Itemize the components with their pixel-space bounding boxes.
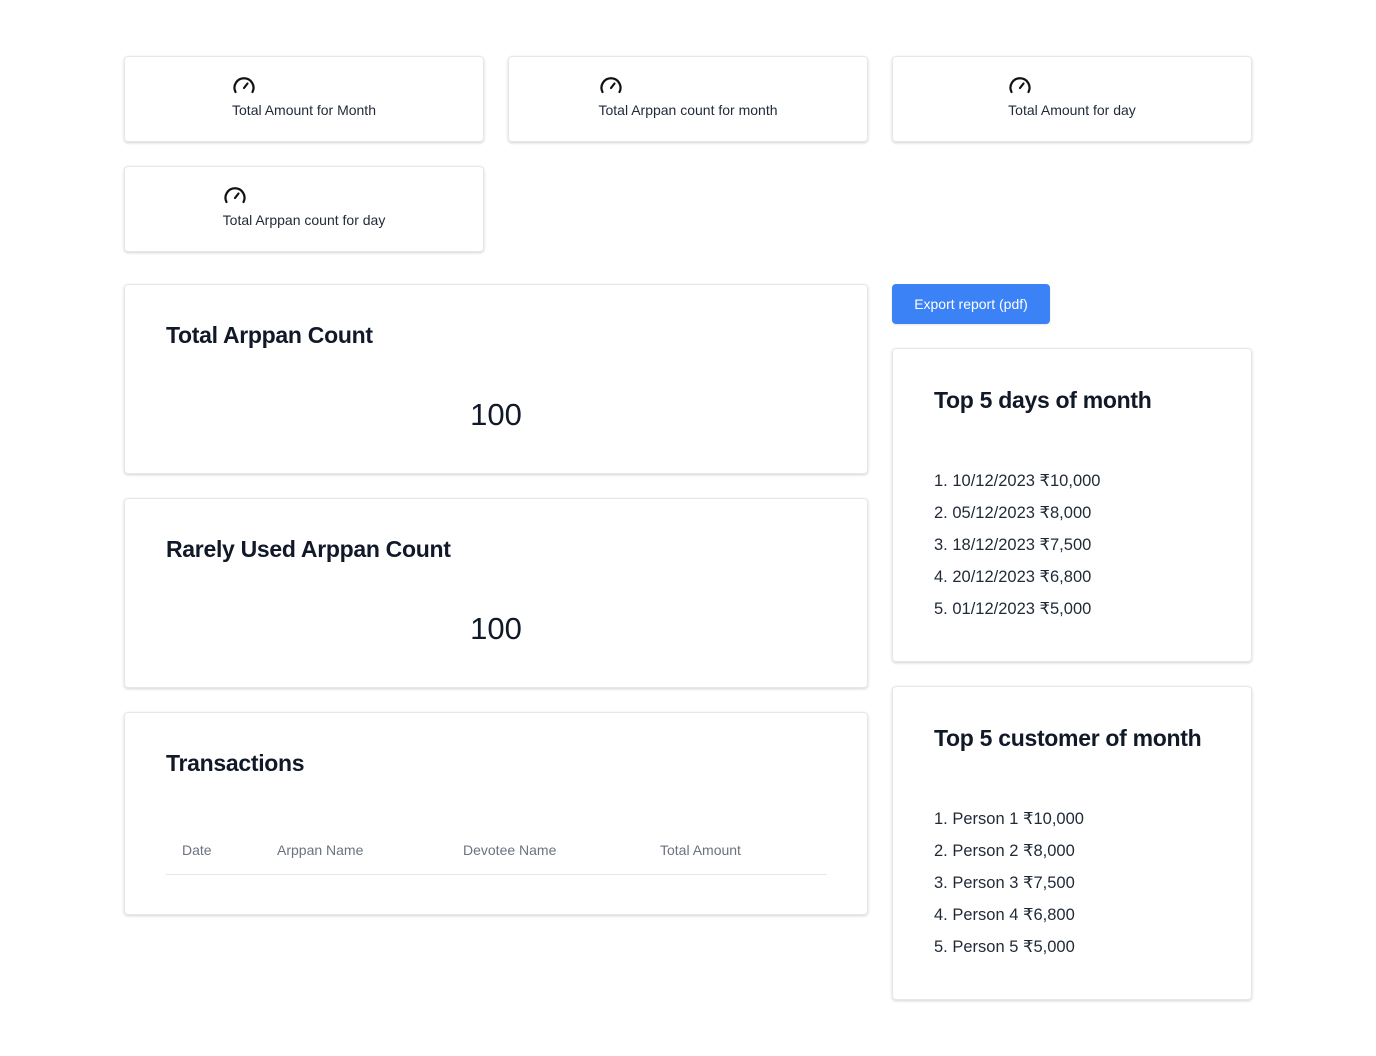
total-arppan-count-card: Total Arppan Count 100: [124, 284, 868, 474]
rarely-used-arppan-card: Rarely Used Arppan Count 100: [124, 498, 868, 688]
stat-card-arppan-count-day: Total Arppan count for day: [124, 166, 484, 252]
top-customers-list: 1. Person 1 ₹10,000 2. Person 2 ₹8,000 3…: [934, 803, 1084, 963]
list-item: 5. Person 5 ₹5,000: [934, 938, 1075, 956]
column-header-devotee-name: Devotee Name: [463, 842, 557, 858]
stat-label: Total Amount for Month: [232, 102, 376, 118]
transactions-card: Transactions Date Arppan Name Devotee Na…: [124, 712, 868, 915]
column-header-total-amount: Total Amount: [660, 842, 741, 858]
top-customers-card: Top 5 customer of month 1. Person 1 ₹10,…: [892, 686, 1252, 1000]
list-item: 5. 01/12/2023 ₹5,000: [934, 600, 1092, 618]
card-title: Top 5 days of month: [934, 387, 1152, 413]
card-title: Total Arppan Count: [166, 322, 373, 348]
stat-label: Total Amount for day: [1008, 102, 1136, 118]
transactions-table-header: Date Arppan Name Devotee Name Total Amou…: [166, 840, 827, 875]
top-days-list: 1. 10/12/2023 ₹10,000 2. 05/12/2023 ₹8,0…: [934, 465, 1100, 625]
list-item: 1. Person 1 ₹10,000: [934, 810, 1084, 828]
card-title: Top 5 customer of month: [934, 725, 1202, 751]
list-item: 4. 20/12/2023 ₹6,800: [934, 568, 1092, 586]
export-report-button[interactable]: Export report (pdf): [892, 284, 1050, 324]
speedometer-icon: [599, 77, 622, 94]
list-item: 1. 10/12/2023 ₹10,000: [934, 472, 1101, 490]
top-days-card: Top 5 days of month 1. 10/12/2023 ₹10,00…: [892, 348, 1252, 662]
speedometer-icon: [224, 187, 246, 204]
list-item: 3. Person 3 ₹7,500: [934, 874, 1075, 892]
list-item: 4. Person 4 ₹6,800: [934, 906, 1075, 924]
card-title: Rarely Used Arppan Count: [166, 536, 451, 562]
column-header-arppan-name: Arppan Name: [277, 842, 364, 858]
list-item: 2. Person 2 ₹8,000: [934, 842, 1075, 860]
speedometer-icon: [233, 77, 255, 94]
stat-label: Total Arppan count for day: [222, 212, 386, 228]
stat-card-arppan-count-month: Total Arppan count for month: [508, 56, 868, 142]
card-title: Transactions: [166, 750, 305, 776]
speedometer-icon: [1009, 77, 1031, 94]
list-item: 2. 05/12/2023 ₹8,000: [934, 504, 1092, 522]
stat-card-total-amount-day: Total Amount for day: [892, 56, 1252, 142]
list-item: 3. 18/12/2023 ₹7,500: [934, 536, 1092, 554]
column-header-date: Date: [182, 842, 212, 858]
stat-label: Total Arppan count for month: [598, 102, 778, 118]
count-value: 100: [470, 611, 522, 646]
stat-card-total-amount-month: Total Amount for Month: [124, 56, 484, 142]
count-value: 100: [470, 397, 522, 432]
